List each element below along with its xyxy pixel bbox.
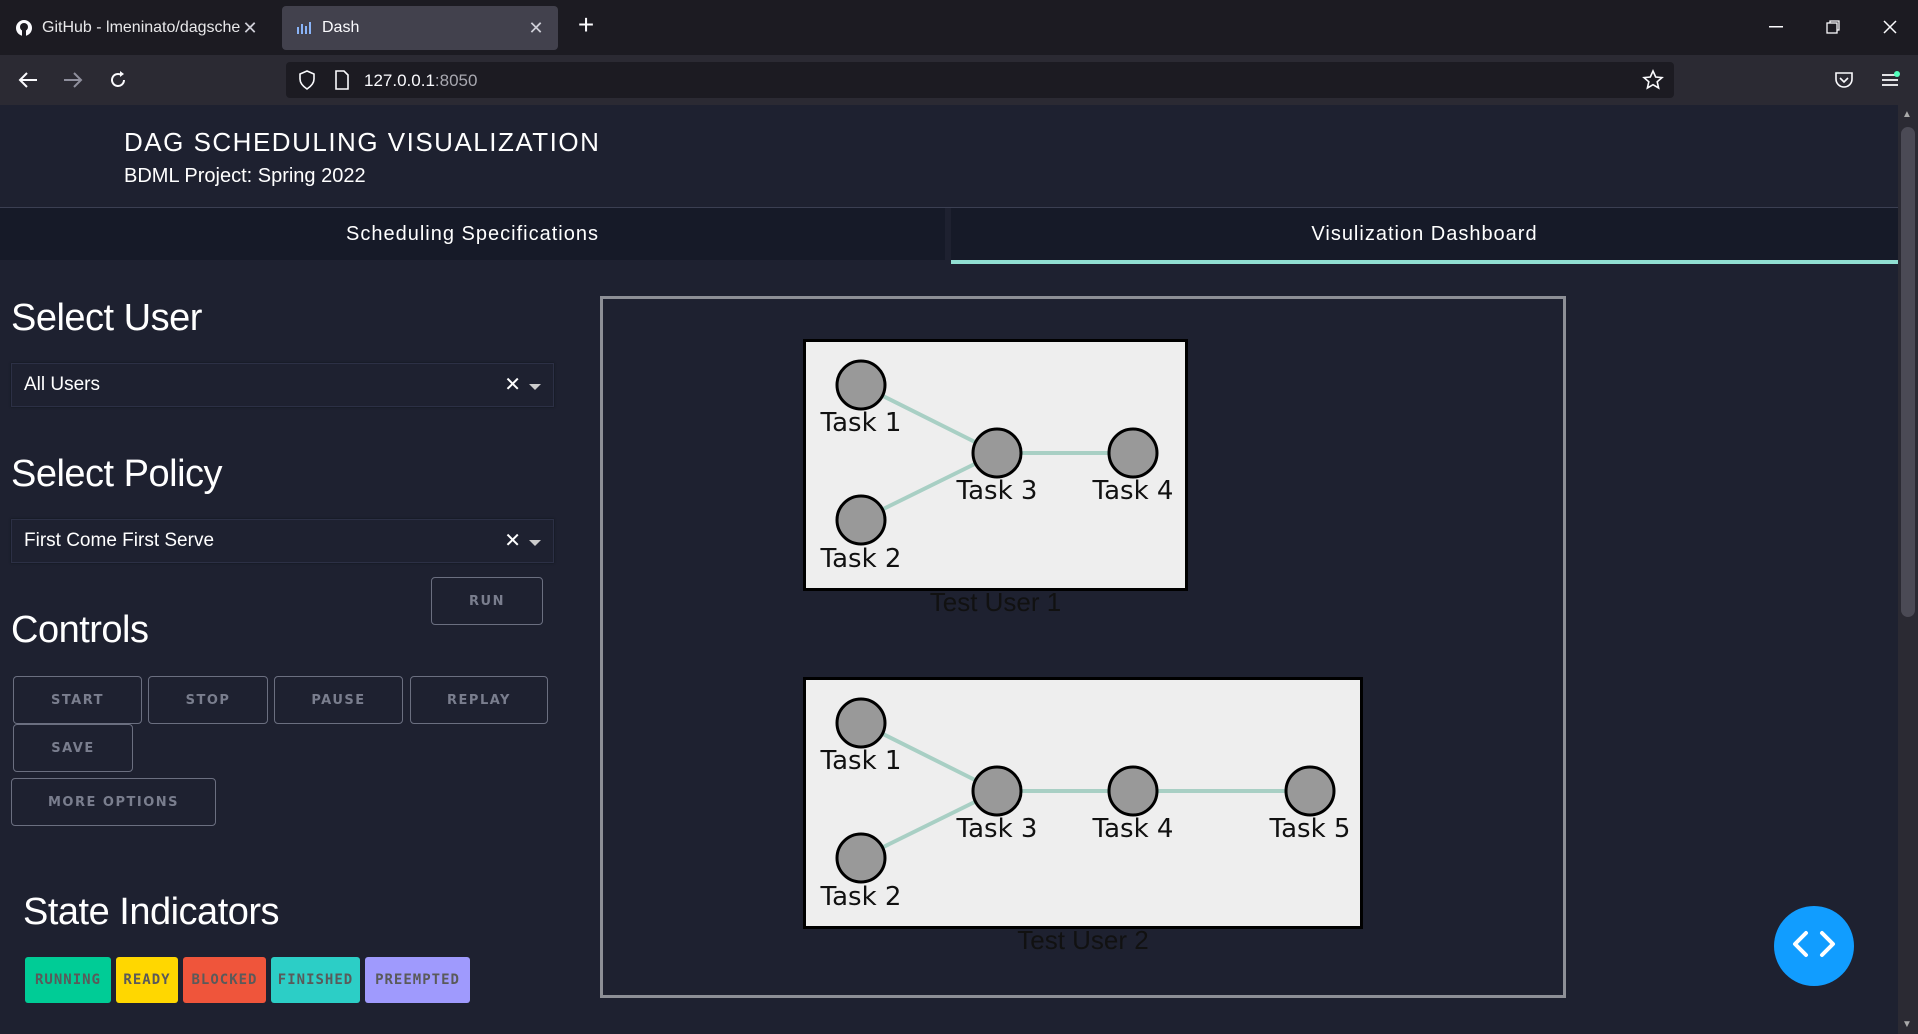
graph-caption-user-2: Test User 2: [1017, 925, 1149, 955]
page-scrollbar[interactable]: ▲ ▼: [1898, 105, 1918, 1034]
start-button[interactable]: START: [13, 676, 142, 724]
dag-node[interactable]: [1284, 765, 1336, 817]
dev-tools-button[interactable]: [1774, 906, 1854, 986]
github-icon: [14, 18, 34, 38]
dag-graph-user-2: Task 1 Task 2 Task 3 Task 4 Task 5: [803, 677, 1363, 929]
dag-node[interactable]: [835, 832, 887, 884]
state-preempted-badge: PREEMPTED: [365, 957, 470, 1003]
scroll-down-icon[interactable]: ▼: [1902, 1019, 1912, 1030]
url-text[interactable]: 127.0.0.1:8050: [364, 71, 477, 91]
node-label: Task 3: [956, 814, 1038, 844]
close-tab-icon[interactable]: ✕: [526, 18, 546, 39]
browser-tab-label: GitHub - lmeninato/dagsched: [42, 19, 240, 36]
dag-graph-canvas: Task 1 Task 2 Task 3 Task 4 Task 5: [820, 697, 1351, 912]
dash-page: DAG SCHEDULING VISUALIZATION BDML Projec…: [0, 105, 1898, 1034]
policy-dropdown-value: First Come First Serve: [24, 530, 215, 551]
restore-icon[interactable]: [1813, 10, 1853, 44]
page-banner: DAG SCHEDULING VISUALIZATION BDML Projec…: [0, 105, 1898, 208]
dag-graph-user-1: Task 1 Task 2 Task 3 Task 4: [803, 339, 1188, 591]
select-user-heading: Select User: [11, 297, 202, 339]
browser-tab-bar: GitHub - lmeninato/dagsched ✕ Dash ✕ +: [0, 0, 1918, 55]
state-indicators-heading: State Indicators: [23, 891, 280, 933]
state-running-badge: RUNNING: [25, 957, 111, 1003]
node-label: Task 4: [1092, 814, 1174, 844]
dag-graph-canvas: Task 1 Task 2 Task 3 Task 4: [820, 359, 1174, 574]
replay-button[interactable]: REPLAY: [410, 676, 548, 724]
dag-node[interactable]: [971, 427, 1023, 479]
state-ready-badge: READY: [116, 957, 178, 1003]
tab-scheduling-specifications[interactable]: Scheduling Specifications: [0, 208, 945, 260]
close-window-icon[interactable]: [1870, 10, 1910, 44]
controls-heading: Controls: [11, 609, 149, 651]
dag-node[interactable]: [971, 765, 1023, 817]
run-button[interactable]: RUN: [431, 577, 543, 625]
node-label: Task 1: [820, 746, 902, 776]
dag-node[interactable]: [1107, 765, 1159, 817]
browser-tab-dash[interactable]: Dash ✕: [282, 6, 558, 50]
dag-graph-container: Task 1 Task 2 Task 3 Task 4 Test User 1 …: [600, 296, 1566, 998]
back-icon[interactable]: [10, 63, 46, 97]
reload-icon[interactable]: [100, 63, 136, 97]
node-label: Task 4: [1092, 476, 1174, 506]
bookmark-star-icon[interactable]: [1642, 69, 1664, 96]
new-tab-icon[interactable]: +: [572, 11, 600, 40]
page-title: DAG SCHEDULING VISUALIZATION: [124, 127, 601, 157]
close-tab-icon[interactable]: ✕: [240, 18, 260, 39]
node-label: Task 2: [820, 544, 902, 574]
node-label: Task 5: [1269, 814, 1351, 844]
chevron-down-icon[interactable]: [529, 540, 541, 546]
node-label: Task 1: [820, 408, 902, 438]
node-label: Task 2: [820, 882, 902, 912]
node-label: Task 3: [956, 476, 1038, 506]
scrollbar-thumb[interactable]: [1901, 127, 1915, 617]
stop-button[interactable]: STOP: [148, 676, 268, 724]
clear-icon[interactable]: ✕: [504, 528, 521, 553]
state-finished-badge: FINISHED: [271, 957, 360, 1003]
pocket-icon[interactable]: [1826, 63, 1862, 97]
forward-icon[interactable]: [55, 63, 91, 97]
menu-icon[interactable]: [1872, 63, 1908, 97]
scroll-up-icon[interactable]: ▲: [1902, 109, 1912, 120]
state-blocked-badge: BLOCKED: [183, 957, 266, 1003]
save-button[interactable]: SAVE: [13, 724, 133, 772]
shield-icon[interactable]: [298, 70, 316, 95]
browser-nav-bar: 127.0.0.1:8050: [0, 55, 1918, 105]
page-icon: [334, 70, 350, 95]
clear-icon[interactable]: ✕: [504, 372, 521, 397]
more-options-button[interactable]: MORE OPTIONS: [11, 778, 216, 826]
address-bar[interactable]: 127.0.0.1:8050: [286, 62, 1674, 98]
select-policy-heading: Select Policy: [11, 453, 223, 495]
code-chevrons-icon: [1790, 929, 1838, 964]
dag-node[interactable]: [835, 697, 887, 749]
chevron-down-icon[interactable]: [529, 384, 541, 390]
tab-visualization-dashboard[interactable]: Visulization Dashboard: [951, 208, 1898, 264]
minimize-icon[interactable]: [1756, 10, 1796, 44]
user-dropdown[interactable]: All Users ✕: [11, 363, 554, 407]
dag-node[interactable]: [1107, 427, 1159, 479]
policy-dropdown[interactable]: First Come First Serve ✕: [11, 519, 554, 563]
graph-caption-user-1: Test User 1: [929, 587, 1062, 617]
browser-tab-github[interactable]: GitHub - lmeninato/dagsched ✕: [2, 6, 272, 50]
browser-tab-label: Dash: [322, 19, 360, 36]
dash-icon: [294, 18, 314, 38]
page-subtitle: BDML Project: Spring 2022: [124, 165, 366, 187]
page-tabs: Scheduling Specifications Visulization D…: [0, 208, 1898, 264]
dag-node[interactable]: [835, 359, 887, 411]
pause-button[interactable]: PAUSE: [274, 676, 403, 724]
dag-node[interactable]: [835, 494, 887, 546]
user-dropdown-value: All Users: [24, 374, 101, 395]
